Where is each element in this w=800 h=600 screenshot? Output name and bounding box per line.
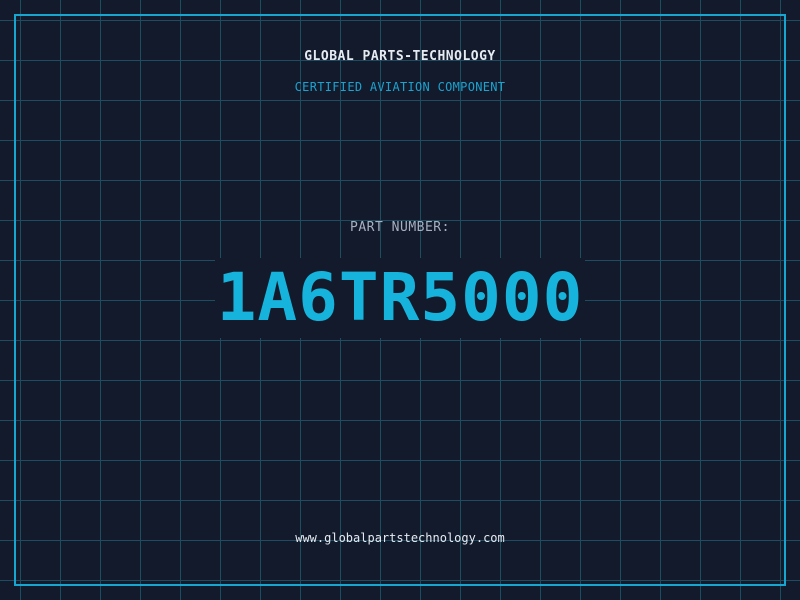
website-url: www.globalpartstechnology.com <box>295 531 505 545</box>
part-number-value: 1A6TR5000 <box>214 258 586 338</box>
certification-subtitle: CERTIFIED AVIATION COMPONENT <box>294 80 506 94</box>
part-number-container: 1A6TR5000 <box>0 258 800 338</box>
part-number-label: PART NUMBER: <box>350 220 450 235</box>
company-name: GLOBAL PARTS-TECHNOLOGY <box>304 49 496 64</box>
